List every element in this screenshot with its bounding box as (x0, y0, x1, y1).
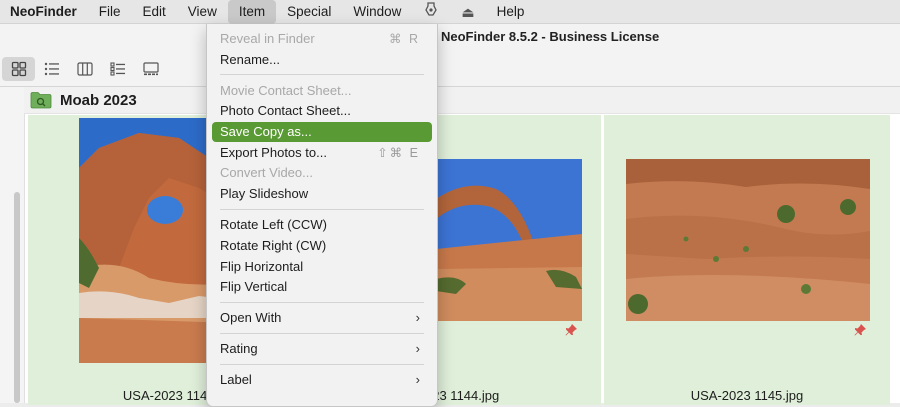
menu-movie-contact-sheet[interactable]: Movie Contact Sheet... (212, 81, 432, 101)
menu-item-label: Flip Vertical (220, 279, 288, 294)
list-view-button[interactable] (35, 57, 68, 81)
window-toolbar: NeoFinder 8.5.2 - Business License (0, 24, 900, 87)
menu-export-photos[interactable]: Export Photos to... ⇧⌘ E (212, 143, 432, 163)
menu-item-label: Reveal in Finder (220, 31, 315, 46)
menu-label[interactable]: Label › (212, 370, 432, 390)
menu-item-label: Label (220, 372, 252, 387)
sidebar (0, 87, 25, 403)
gallery-view-button[interactable] (134, 57, 167, 81)
menu-separator (220, 333, 424, 334)
shortcut-label: ⇧⌘ E (377, 146, 420, 160)
menu-edit[interactable]: Edit (132, 0, 177, 24)
detail-list-icon (109, 62, 125, 76)
menu-item-label: Movie Contact Sheet... (220, 83, 352, 98)
menu-separator (220, 302, 424, 303)
script-icon[interactable] (412, 0, 450, 24)
grid-icon (11, 61, 26, 77)
photo-thumbnail[interactable] (436, 159, 582, 321)
list-icon (44, 62, 59, 76)
icon-view-button[interactable] (2, 57, 35, 81)
browser-content: Moab 2023 USA-2023 1143. 2023 1144.jpg U… (0, 87, 900, 405)
menu-item-label: Rename... (220, 52, 280, 67)
menu-item-label: Rating (220, 341, 258, 356)
menu-item-label: Rotate Right (CW) (220, 238, 327, 253)
menu-view[interactable]: View (177, 0, 228, 24)
item-menu: Reveal in Finder ⌘ R Rename... Movie Con… (206, 24, 438, 407)
menu-separator (220, 209, 424, 210)
photo-filename: USA-2023 1145.jpg (690, 388, 804, 403)
view-mode-buttons (0, 57, 167, 81)
window-title: NeoFinder 8.5.2 - Business License (441, 29, 660, 44)
menu-window[interactable]: Window (342, 0, 412, 24)
menu-item-label: Play Slideshow (220, 186, 309, 201)
menu-reveal-in-finder[interactable]: Reveal in Finder ⌘ R (212, 29, 432, 49)
sidebar-scrollbar[interactable] (14, 192, 20, 403)
pin-icon (854, 324, 866, 336)
menu-separator (220, 74, 424, 75)
menu-item-label: Save Copy as... (220, 124, 312, 139)
menu-photo-contact-sheet[interactable]: Photo Contact Sheet... (212, 101, 432, 121)
menu-item-label: Export Photos to... (220, 145, 327, 160)
chevron-right-icon: › (415, 310, 420, 325)
menu-item-label: Rotate Left (CCW) (220, 217, 327, 232)
menu-flip-horizontal[interactable]: Flip Horizontal (212, 257, 432, 277)
shortcut-label: ⌘ R (389, 32, 420, 46)
menu-help[interactable]: Help (486, 0, 536, 24)
folder-icon (30, 92, 52, 109)
columns-icon (76, 62, 93, 76)
eject-icon[interactable]: ⏏ (450, 0, 485, 24)
folder-title: Moab 2023 (60, 91, 137, 109)
menu-save-copy-as[interactable]: Save Copy as... (212, 122, 432, 142)
menu-rotate-left[interactable]: Rotate Left (CCW) (212, 215, 432, 235)
folder-header: Moab 2023 (24, 87, 900, 114)
menu-rating[interactable]: Rating › (212, 339, 432, 359)
menu-flip-vertical[interactable]: Flip Vertical (212, 277, 432, 297)
menu-special[interactable]: Special (276, 0, 342, 24)
menu-play-slideshow[interactable]: Play Slideshow (212, 184, 432, 204)
chevron-right-icon: › (415, 341, 420, 356)
menu-rotate-right[interactable]: Rotate Right (CW) (212, 236, 432, 256)
menu-bar: NeoFinder File Edit View Item Special Wi… (0, 0, 900, 24)
menu-item-label: Photo Contact Sheet... (220, 103, 351, 118)
pin-icon (565, 324, 577, 336)
detail-list-view-button[interactable] (101, 57, 134, 81)
chevron-right-icon: › (415, 372, 420, 387)
menu-item[interactable]: Item (227, 0, 277, 24)
menu-item-label: Open With (220, 310, 282, 325)
column-view-button[interactable] (68, 57, 101, 81)
photo-thumbnail[interactable] (626, 159, 870, 321)
menu-separator (220, 364, 424, 365)
menu-item-label: Convert Video... (220, 165, 313, 180)
menu-rename[interactable]: Rename... (212, 50, 432, 70)
gallery-icon (142, 62, 159, 76)
menu-item-label: Flip Horizontal (220, 259, 304, 274)
photo-cell[interactable]: USA-2023 1145.jpg (604, 115, 890, 405)
menu-file[interactable]: File (88, 0, 132, 24)
menu-neofinder[interactable]: NeoFinder (0, 0, 88, 24)
menu-convert-video[interactable]: Convert Video... (212, 163, 432, 183)
menu-open-with[interactable]: Open With › (212, 308, 432, 328)
